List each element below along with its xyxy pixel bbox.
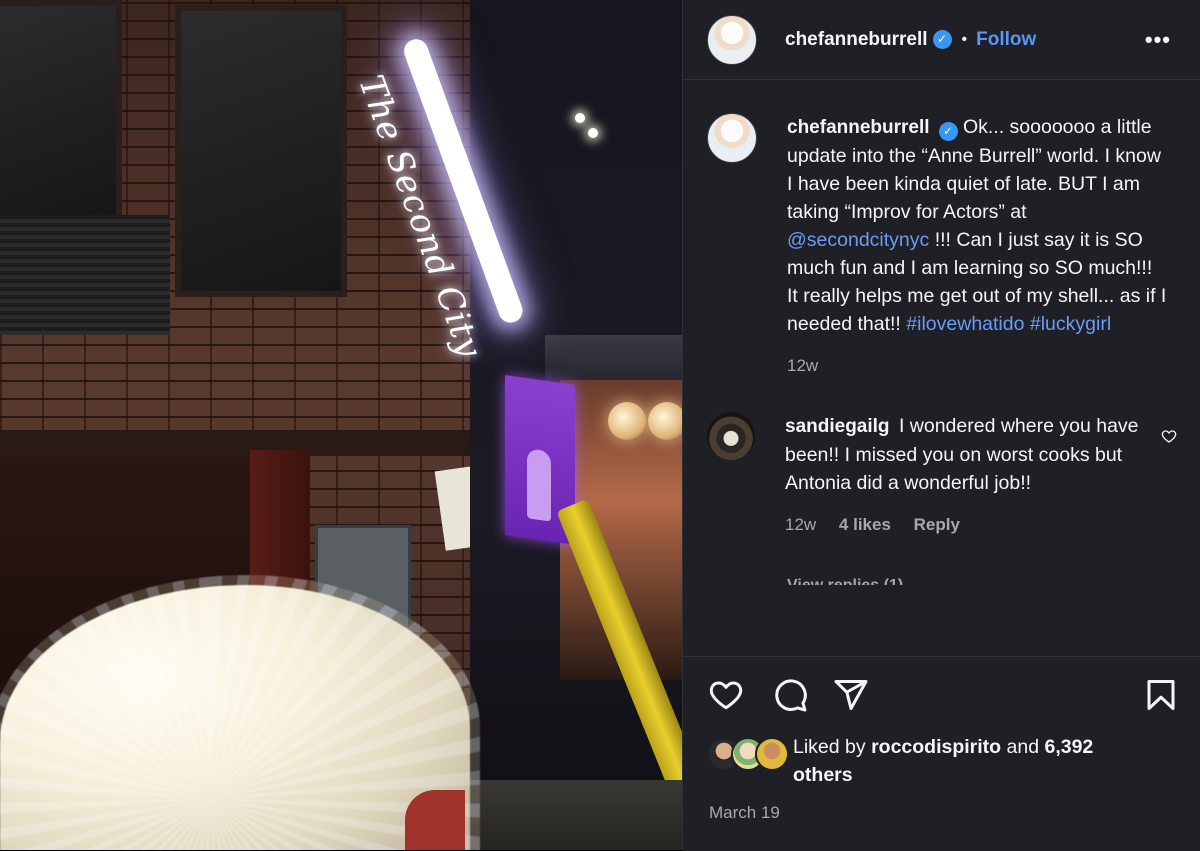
liker-avatar (755, 737, 789, 771)
caption-age[interactable]: 12w (787, 356, 818, 375)
awning (545, 335, 682, 385)
globe-lamp (608, 402, 646, 440)
comment-icon[interactable] (772, 677, 808, 713)
verified-badge-icon: ✓ (938, 122, 958, 141)
comment-age[interactable]: 12w (785, 515, 816, 534)
commenter-avatar[interactable] (707, 412, 755, 460)
author-username[interactable]: chefanneburrell (785, 29, 928, 51)
mention-link[interactable]: @secondcitynyc (787, 229, 929, 251)
likes-others[interactable]: others (793, 764, 853, 786)
comment-like-heart-icon[interactable] (1161, 428, 1177, 444)
verified-badge-icon: ✓ (932, 30, 952, 49)
liked-by-prefix: Liked by (793, 736, 866, 758)
spotlight (575, 113, 585, 123)
post-side-panel: chefanneburrell ✓ • Follow ••• chefanneb… (682, 0, 1200, 851)
comment-username[interactable]: sandiegailg (785, 416, 890, 437)
follow-button[interactable]: Follow (976, 29, 1036, 51)
likes-summary: Liked by roccodispirito and 6,392 others (683, 733, 1200, 789)
comments-list[interactable]: chefanneburrell ✓ Ok... sooooooo a little… (683, 81, 1200, 656)
hashtag-link[interactable]: #ilovewhatido (906, 313, 1024, 335)
liked-by-user[interactable]: roccodispirito (871, 736, 1001, 758)
blonde-hair (0, 575, 480, 850)
post-actions: Liked by roccodispirito and 6,392 others… (683, 656, 1200, 851)
comment-meta: 12w 4 likes Reply (785, 511, 1165, 539)
caption-username[interactable]: chefanneburrell (787, 117, 930, 138)
view-replies-button[interactable]: View replies (1) (787, 577, 1200, 585)
like-heart-icon[interactable] (708, 677, 744, 713)
ledge (0, 430, 470, 456)
hashtag-link[interactable]: #luckygirl (1030, 313, 1111, 335)
comment: sandiegailg I wondered where you have be… (683, 380, 1200, 539)
likes-count[interactable]: 6,392 (1044, 736, 1093, 758)
post-date[interactable]: March 19 (683, 803, 1200, 823)
caption: chefanneburrell ✓ Ok... sooooooo a little… (683, 81, 1200, 380)
caption-meta: 12w (787, 352, 1167, 380)
header-text: chefanneburrell ✓ • Follow (785, 29, 1036, 51)
author-avatar[interactable] (707, 14, 757, 65)
reply-button[interactable]: Reply (914, 515, 960, 534)
action-row (683, 657, 1200, 733)
globe-lamp (648, 402, 682, 440)
window (175, 5, 347, 297)
post-photo[interactable]: The Second City (0, 0, 682, 850)
spotlight (588, 128, 598, 138)
bookmark-icon[interactable] (1143, 677, 1179, 713)
wall-vent (0, 215, 170, 335)
separator-dot: • (961, 30, 968, 48)
share-icon[interactable] (833, 677, 869, 713)
caption-body: chefanneburrell ✓ Ok... sooooooo a little… (787, 113, 1167, 380)
sidewalk (470, 780, 682, 850)
red-collar (405, 790, 465, 850)
more-options-button[interactable]: ••• (1139, 26, 1177, 54)
comment-likes[interactable]: 4 likes (839, 515, 891, 534)
liked-by-text: Liked by roccodispirito and 6,392 others (793, 733, 1153, 789)
post-header: chefanneburrell ✓ • Follow ••• (683, 0, 1200, 80)
liked-by-and: and (1006, 736, 1040, 758)
window (0, 0, 122, 222)
comment-body: sandiegailg I wondered where you have be… (785, 412, 1165, 539)
liker-avatars[interactable] (707, 737, 791, 771)
caption-author-avatar[interactable] (707, 113, 757, 163)
